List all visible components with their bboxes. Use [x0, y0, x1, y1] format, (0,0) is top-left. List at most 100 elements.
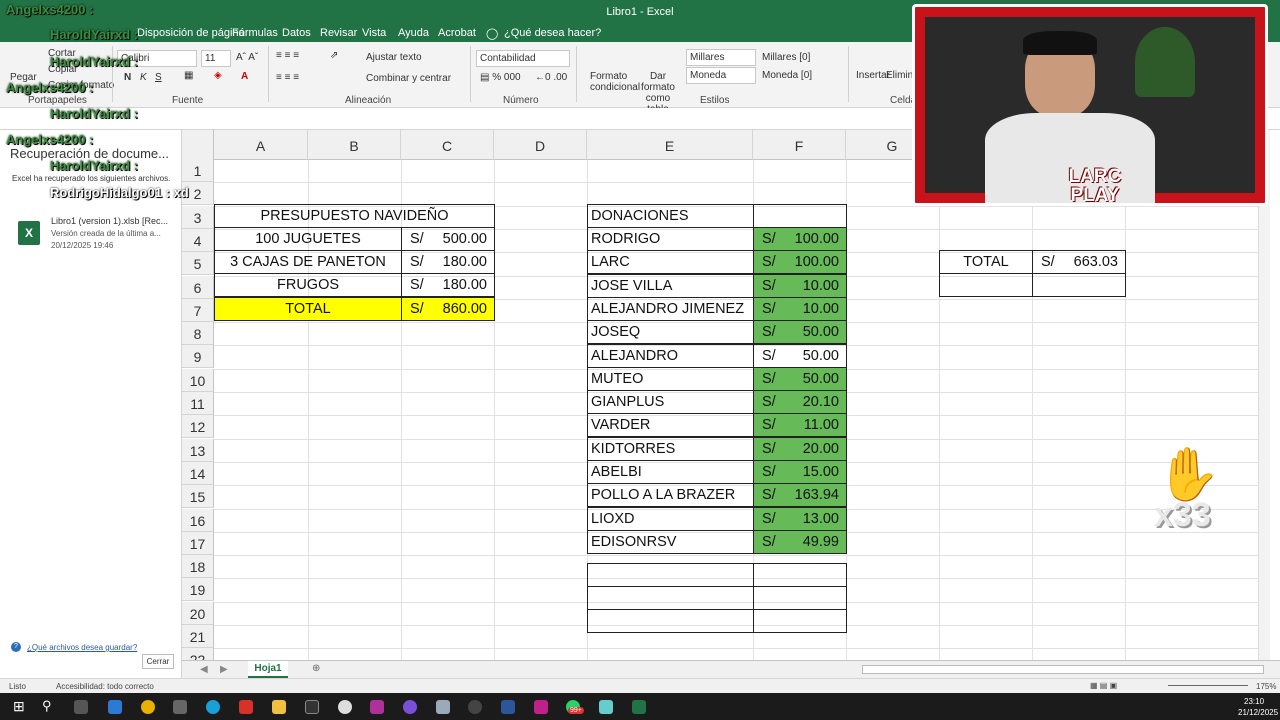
calculator-icon[interactable] — [436, 700, 450, 714]
row-header[interactable]: 10 — [182, 368, 214, 392]
row-header[interactable]: 12 — [182, 415, 214, 439]
donor-name-cell[interactable]: JOSEQ — [587, 320, 754, 345]
tell-me-search[interactable]: ¿Qué desea hacer? — [504, 27, 601, 39]
search-icon[interactable]: ⚲ — [42, 698, 52, 714]
tab-view[interactable]: Vista — [362, 27, 386, 39]
row-header[interactable]: 4 — [182, 228, 214, 252]
zoom-slider[interactable] — [1168, 685, 1248, 686]
add-sheet-icon[interactable]: ⊕ — [312, 663, 320, 674]
row-header[interactable]: 17 — [182, 531, 214, 555]
file-explorer-icon[interactable] — [272, 700, 286, 714]
row-header[interactable]: 7 — [182, 298, 214, 322]
column-header-e[interactable]: E — [587, 130, 753, 160]
store-icon[interactable] — [108, 700, 122, 714]
align-top-icon[interactable]: ≡ ≡ ≡ — [276, 50, 299, 61]
style-millares-0[interactable]: Millares [0] — [758, 49, 828, 66]
app-icon[interactable] — [239, 700, 253, 714]
empty-cell[interactable] — [753, 586, 847, 610]
empty-cell[interactable] — [753, 609, 847, 633]
number-format-select[interactable]: Contabilidad — [476, 50, 570, 67]
donor-amount-cell[interactable]: S/100.00 — [753, 227, 847, 251]
task-view-icon[interactable] — [74, 700, 88, 714]
row-header[interactable]: 8 — [182, 322, 214, 346]
align-left-icon[interactable]: ≡ ≡ ≡ — [276, 72, 299, 83]
budget-total-amount[interactable]: S/860.00 — [401, 297, 495, 321]
empty-cell[interactable] — [587, 563, 754, 587]
app-icon[interactable] — [534, 700, 548, 714]
empty-cell[interactable] — [587, 609, 754, 633]
scroll-right-icon[interactable]: ▶ — [220, 664, 228, 675]
budget-title-cell[interactable]: PRESUPUESTO NAVIDEÑO — [214, 204, 495, 228]
windows-start-icon[interactable]: ⊞ — [13, 698, 25, 715]
budget-item-name[interactable]: 100 JUGUETES — [214, 227, 402, 251]
donor-name-cell[interactable]: GIANPLUS — [587, 390, 754, 415]
app-icon[interactable] — [370, 700, 384, 714]
empty-cell[interactable] — [1032, 273, 1126, 297]
decimal-icon[interactable]: ←0 .00 — [535, 72, 567, 83]
row-header[interactable]: 18 — [182, 555, 214, 579]
empty-cell[interactable] — [939, 273, 1033, 297]
row-header[interactable]: 11 — [182, 392, 214, 415]
row-header[interactable]: 9 — [182, 345, 214, 369]
view-buttons-icon[interactable]: ▦ ▤ ▣ — [1090, 681, 1117, 690]
donor-amount-cell[interactable]: S/50.00 — [753, 343, 847, 368]
budget-item-amount[interactable]: S/500.00 — [401, 227, 495, 251]
donor-name-cell[interactable]: EDISONRSV — [587, 529, 754, 554]
tab-review[interactable]: Revisar — [320, 27, 357, 39]
donations-header-empty[interactable] — [753, 204, 847, 228]
terminal-icon[interactable] — [305, 700, 319, 714]
donor-name-cell[interactable]: LARC — [587, 250, 754, 275]
word-icon[interactable] — [501, 700, 515, 714]
column-header-a[interactable]: A — [214, 130, 308, 160]
sheet-tab-hoja1[interactable]: Hoja1 — [248, 661, 288, 678]
donor-amount-cell[interactable]: S/10.00 — [753, 273, 847, 298]
style-moneda-0[interactable]: Moneda [0] — [758, 67, 828, 84]
donor-name-cell[interactable]: LIOXD — [587, 506, 754, 531]
budget-item-amount[interactable]: S/180.00 — [401, 250, 495, 274]
budget-item-amount[interactable]: S/180.00 — [401, 273, 495, 297]
chrome-icon[interactable] — [141, 700, 155, 714]
donor-amount-cell[interactable]: S/20.00 — [753, 436, 847, 461]
donor-amount-cell[interactable]: S/50.00 — [753, 320, 847, 345]
row-header[interactable]: 15 — [182, 485, 214, 509]
donor-name-cell[interactable]: KIDTORRES — [587, 436, 754, 461]
donations-title-cell[interactable]: DONACIONES — [587, 204, 754, 228]
donor-name-cell[interactable]: JOSE VILLA — [587, 273, 754, 298]
donor-amount-cell[interactable]: S/50.00 — [753, 366, 847, 391]
scroll-left-icon[interactable]: ◀ — [200, 664, 208, 675]
zoom-level[interactable]: 175% — [1256, 682, 1276, 691]
row-header[interactable]: 6 — [182, 275, 214, 299]
donor-amount-cell[interactable]: S/15.00 — [753, 460, 847, 484]
tab-formulas[interactable]: Fórmulas — [232, 27, 278, 39]
horizontal-scrollbar[interactable] — [862, 665, 1264, 674]
row-header[interactable]: 21 — [182, 625, 214, 648]
app-icon[interactable] — [403, 700, 417, 714]
row-header[interactable]: 14 — [182, 461, 214, 485]
empty-cell[interactable] — [587, 586, 754, 610]
row-header[interactable]: 5 — [182, 252, 214, 276]
donor-name-cell[interactable]: MUTEO — [587, 366, 754, 391]
tab-help[interactable]: Ayuda — [398, 27, 429, 39]
wrap-text-button[interactable]: Ajustar texto — [366, 52, 422, 63]
row-header[interactable]: 16 — [182, 508, 214, 532]
donor-name-cell[interactable]: POLLO A LA BRAZER — [587, 483, 754, 508]
column-header-d[interactable]: D — [494, 130, 587, 160]
budget-item-name[interactable]: FRUGOS — [214, 273, 402, 297]
donor-name-cell[interactable]: RODRIGO — [587, 227, 754, 251]
donor-name-cell[interactable]: ALEJANDRO JIMENEZ — [587, 296, 754, 321]
accessibility-status[interactable]: Accesibilidad: todo correcto — [56, 682, 154, 691]
donor-amount-cell[interactable]: S/49.99 — [753, 529, 847, 554]
app-icon[interactable] — [338, 700, 352, 714]
budget-total-label[interactable]: TOTAL — [214, 297, 402, 321]
font-grow-icon[interactable]: Aˆ Aˇ — [236, 52, 258, 63]
insert-cells-button[interactable]: Insertar — [856, 70, 890, 81]
gamepad-icon[interactable] — [173, 700, 187, 714]
donor-amount-cell[interactable]: S/13.00 — [753, 506, 847, 531]
donor-amount-cell[interactable]: S/10.00 — [753, 296, 847, 321]
row-header[interactable]: 20 — [182, 601, 214, 625]
font-color-icon[interactable]: A — [241, 71, 248, 82]
recovered-file-item[interactable]: X Libro1 (version 1).xlsb [Rec... Versió… — [8, 216, 180, 256]
budget-item-name[interactable]: 3 CAJAS DE PANETON — [214, 250, 402, 274]
donor-name-cell[interactable]: VARDER — [587, 413, 754, 438]
donor-amount-cell[interactable]: S/11.00 — [753, 413, 847, 438]
